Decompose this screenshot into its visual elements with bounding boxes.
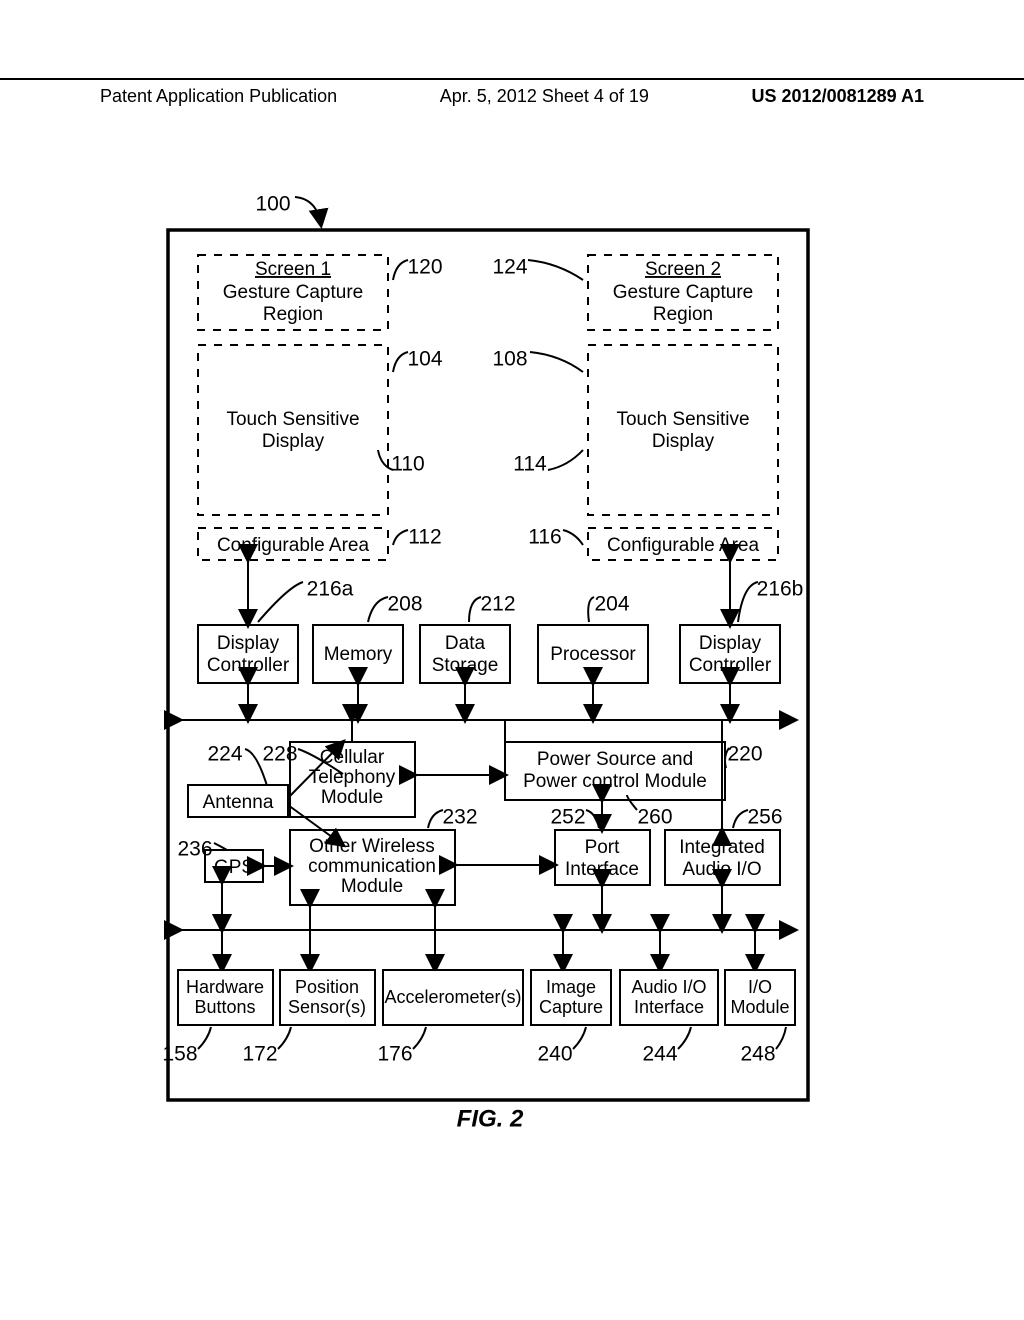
storage-l1: Data (445, 633, 486, 654)
processor-l: Processor (550, 644, 636, 665)
ref-124: 124 (492, 256, 527, 279)
ref-158: 158 (162, 1043, 197, 1066)
intaudio-l2: Audio I/O (682, 859, 761, 880)
screen1-title: Screen 1 (255, 259, 331, 280)
ref-224: 224 (207, 743, 242, 766)
ref-104: 104 (407, 348, 442, 371)
ref-208: 208 (387, 593, 422, 616)
touch2-l1: Touch Sensitive (616, 409, 749, 430)
wl-l3: Module (341, 876, 403, 897)
leader-100 (295, 197, 321, 225)
ref-116: 116 (528, 526, 561, 549)
header-right: US 2012/0081289 A1 (752, 86, 924, 107)
accel-l: Accelerometer(s) (384, 987, 521, 1007)
gesture1-l2: Region (263, 304, 323, 325)
dispctrl1-l2: Controller (207, 655, 290, 676)
memory-l: Memory (324, 644, 393, 665)
diagram: 100 Screen 1 Gesture Capture Region Touc… (0, 150, 1024, 1255)
io-l1: I/O (748, 977, 772, 997)
ref-220: 220 (727, 743, 762, 766)
port-l1: Port (585, 837, 621, 858)
hw-l1: Hardware (186, 977, 264, 997)
ref-176: 176 (377, 1043, 412, 1066)
gesture2-l2: Region (653, 304, 713, 325)
header-left: Patent Application Publication (100, 86, 337, 107)
touch1-l2: Display (262, 431, 325, 452)
conf1-text: Configurable Area (217, 535, 370, 556)
gps-l: GPS (214, 857, 254, 878)
ref-252: 252 (550, 806, 585, 829)
ref-204: 204 (594, 593, 629, 616)
ref-236: 236 (177, 838, 212, 861)
ref-248: 248 (740, 1043, 775, 1066)
ref-120: 120 (407, 256, 442, 279)
ref-216b: 216b (757, 578, 804, 601)
pos-l1: Position (295, 977, 359, 997)
gesture1-l1: Gesture Capture (223, 282, 363, 303)
wl-l1: Other Wireless (309, 836, 435, 857)
antenna-l: Antenna (203, 792, 274, 813)
screen2-title: Screen 2 (645, 259, 721, 280)
audioif-l2: Interface (634, 997, 704, 1017)
gesture2-l1: Gesture Capture (613, 282, 753, 303)
port-l2: Interface (565, 859, 639, 880)
touch1-l1: Touch Sensitive (226, 409, 359, 430)
cell-l2: Telephony (309, 767, 396, 788)
ref-228: 228 (262, 743, 297, 766)
power-l2: Power control Module (523, 771, 707, 792)
header-mid: Apr. 5, 2012 Sheet 4 of 19 (440, 86, 649, 107)
power-l1: Power Source and (537, 749, 693, 770)
ref-110: 110 (391, 453, 424, 476)
ref-212: 212 (480, 593, 515, 616)
audioif-l1: Audio I/O (631, 977, 706, 997)
pos-l2: Sensor(s) (288, 997, 366, 1017)
dispctrl2-l2: Controller (689, 655, 772, 676)
page-header: Patent Application Publication Apr. 5, 2… (0, 78, 1024, 107)
ref-240: 240 (537, 1043, 572, 1066)
conf2-text: Configurable Area (607, 535, 760, 556)
storage-l2: Storage (432, 655, 499, 676)
dispctrl2-l1: Display (699, 633, 762, 654)
ref-172: 172 (242, 1043, 277, 1066)
io-l2: Module (730, 997, 789, 1017)
cell-l3: Module (321, 787, 383, 808)
ref-112: 112 (408, 526, 441, 549)
ref-114: 114 (513, 453, 547, 476)
ref-256: 256 (747, 806, 782, 829)
hw-l2: Buttons (194, 997, 255, 1017)
img-l1: Image (546, 977, 596, 997)
ref-232: 232 (442, 806, 477, 829)
ref-244: 244 (642, 1043, 677, 1066)
touch2-l2: Display (652, 431, 715, 452)
figure-title: FIG. 2 (457, 1105, 524, 1132)
ref-108: 108 (492, 348, 527, 371)
ref-100: 100 (255, 193, 290, 216)
wl-l2: communication (308, 856, 436, 877)
img-l2: Capture (539, 997, 603, 1017)
intaudio-l1: Integrated (679, 837, 765, 858)
ref-216a: 216a (307, 578, 354, 601)
ref-260: 260 (637, 806, 672, 829)
dispctrl1-l1: Display (217, 633, 280, 654)
